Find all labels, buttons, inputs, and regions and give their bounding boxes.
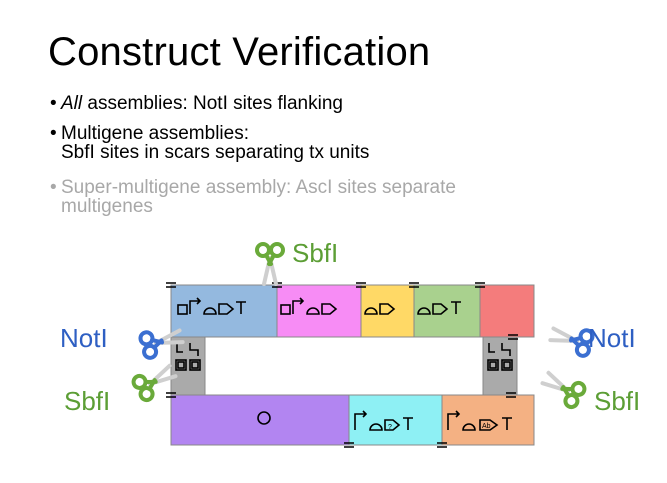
glyph-unknown-mark: ? <box>388 424 392 431</box>
block-yellow <box>360 284 415 338</box>
label-sbfi-top: SbfI <box>292 238 338 268</box>
construct-diagram: ? Ab SbfI NotI SbfI NotI SbfI <box>60 238 640 448</box>
glyph-ab-mark: Ab <box>482 423 491 430</box>
label-noti-right: NotI <box>588 323 636 353</box>
scissors-right-green-icon <box>536 364 589 412</box>
label-sbfi-left: SbfI <box>64 386 110 416</box>
block-red <box>479 284 535 338</box>
label-noti-left: NotI <box>60 323 108 353</box>
block-cyan <box>348 394 443 446</box>
block-green <box>413 284 481 338</box>
scissors-top-icon <box>255 242 285 286</box>
block-purple <box>170 394 350 446</box>
label-sbfi-right: SbfI <box>594 386 640 416</box>
